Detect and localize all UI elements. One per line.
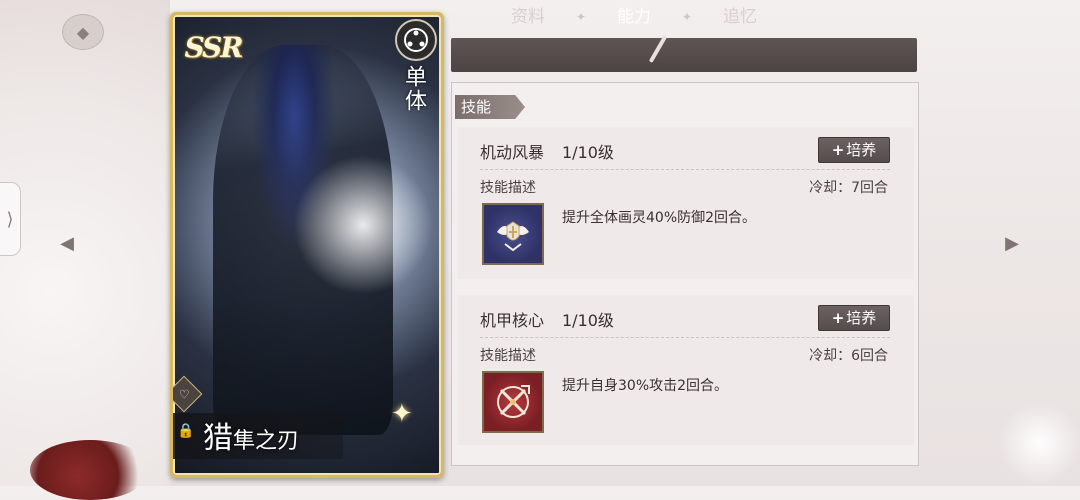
skill-description: 提升自身30%攻击2回合。 xyxy=(562,378,729,394)
lock-icon[interactable]: 🔒 xyxy=(177,423,195,443)
chevron-right-icon: ⟩ xyxy=(6,208,14,230)
tab-profile[interactable]: 资料 xyxy=(511,0,545,34)
plus-icon: + xyxy=(831,309,845,327)
skill-level: 1/10级 xyxy=(562,143,614,162)
target-scope-icon xyxy=(395,19,437,61)
divider xyxy=(480,169,890,170)
sparkle-icon: ✦ xyxy=(391,399,413,429)
plus-icon: + xyxy=(831,141,845,159)
rose-decoration xyxy=(30,440,150,500)
character-name-rest: 隼之刃 xyxy=(233,429,300,454)
tab-ability[interactable]: 能力 xyxy=(617,0,651,34)
shield-wings-icon[interactable] xyxy=(482,203,544,265)
butterfly-decoration xyxy=(1000,400,1080,486)
rarity-badge: SSR xyxy=(184,30,243,64)
light-glow xyxy=(293,155,433,295)
tab-separator-icon: ✦ xyxy=(682,10,693,24)
train-button-label: 培养 xyxy=(846,141,877,159)
skill-description-label: 技能描述 xyxy=(480,348,536,364)
section-title: 技能 xyxy=(455,95,525,119)
skill-card: 机甲核心 1/10级 + 培养 技能描述 冷却：6回合 提升自身30%攻击2回合。 xyxy=(458,295,914,445)
divider xyxy=(480,337,890,338)
side-expand-tab[interactable]: ⟩ xyxy=(0,182,21,256)
next-arrow-icon[interactable]: ▶ xyxy=(998,229,1026,257)
skill-name: 机动风暴 xyxy=(480,143,545,162)
skill-name: 机甲核心 xyxy=(480,311,545,330)
target-scope-label: 单体 xyxy=(401,65,426,113)
tab-separator-icon: ✦ xyxy=(576,10,587,24)
skill-card: 机动风暴 1/10级 + 培养 技能描述 冷却：7回合 提升全体画灵40%防御2回… xyxy=(458,127,914,279)
character-name: 猎隼之刃 xyxy=(203,413,299,457)
train-button[interactable]: + 培养 xyxy=(818,305,890,331)
train-button-label: 培养 xyxy=(846,309,877,327)
background-left xyxy=(0,0,170,486)
character-card[interactable]: SSR 单体 ♡ 🔒 猎隼之刃 ✦ xyxy=(170,12,444,478)
favorite-heart-icon[interactable]: ♡ xyxy=(173,375,203,413)
skill-cooldown: 冷却：6回合 xyxy=(809,348,888,364)
tab-memories[interactable]: 追忆 xyxy=(723,0,757,34)
crossed-weapons-icon[interactable] xyxy=(482,371,544,433)
skill-description-label: 技能描述 xyxy=(480,180,536,196)
skill-cooldown: 冷却：7回合 xyxy=(809,180,888,196)
skill-level: 1/10级 xyxy=(562,311,614,330)
tab-bar xyxy=(451,38,917,72)
previous-arrow-icon[interactable]: ◀ xyxy=(53,229,81,257)
character-name-main: 猎 xyxy=(203,421,233,456)
skill-description: 提升全体画灵40%防御2回合。 xyxy=(562,210,757,226)
train-button[interactable]: + 培养 xyxy=(818,137,890,163)
emblem-icon[interactable]: ◆ xyxy=(62,14,104,50)
